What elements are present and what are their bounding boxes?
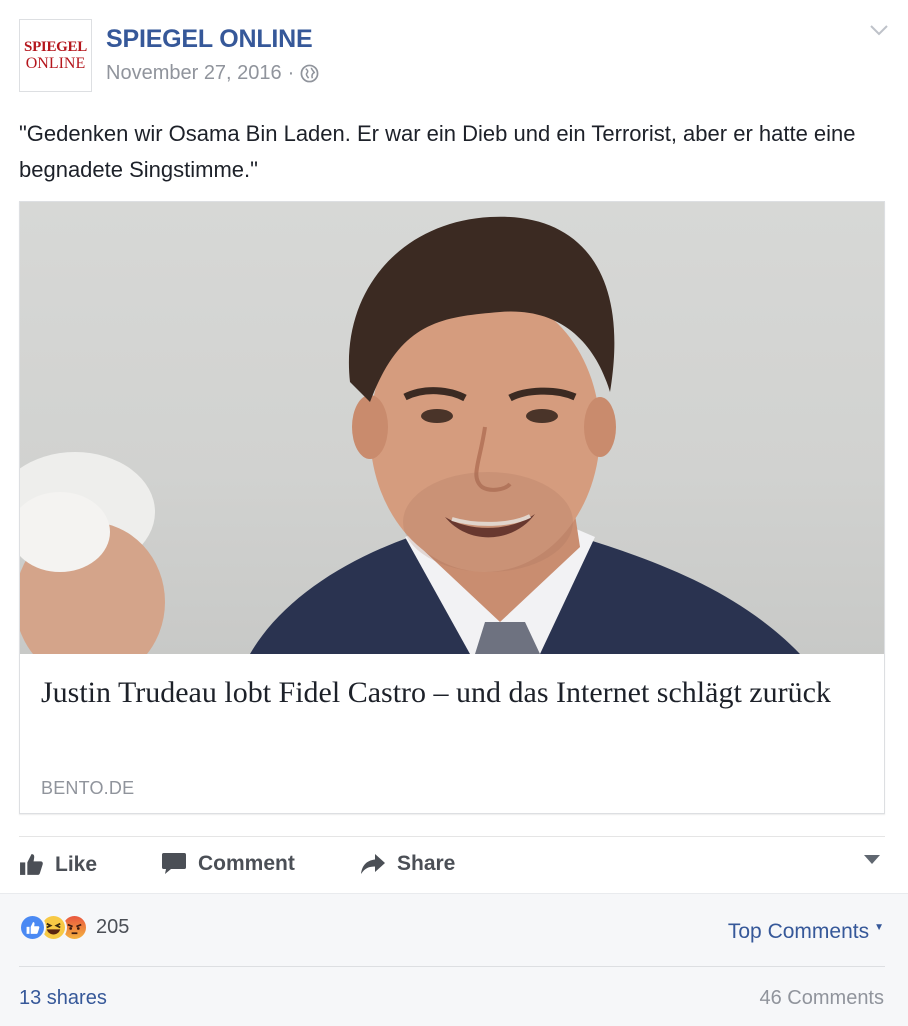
footer-divider [19, 966, 885, 967]
chevron-down-icon[interactable] [869, 23, 889, 37]
comment-bubble-icon [162, 853, 186, 874]
comment-button[interactable]: Comment [161, 852, 295, 876]
link-preview-image[interactable] [20, 202, 884, 654]
link-title[interactable]: Justin Trudeau lobt Fidel Castro – und d… [41, 672, 861, 713]
link-preview-card[interactable]: Justin Trudeau lobt Fidel Castro – und d… [19, 201, 885, 814]
post-meta: November 27, 2016 · [106, 62, 319, 85]
share-label: Share [397, 852, 456, 875]
top-comments-label: Top Comments [727, 920, 870, 943]
reaction-count: 205 [96, 916, 130, 938]
comment-label: Comment [198, 852, 295, 875]
like-reaction-icon [19, 914, 46, 941]
post-timestamp[interactable]: November 27, 2016 [106, 62, 282, 85]
reaction-summary[interactable]: 205 [19, 914, 129, 941]
post-footer: 205 Top Comments ▼ 13 shares 46 Comments [0, 893, 908, 1026]
link-domain: BENTO.DE [41, 778, 135, 798]
caret-down-icon: ▼ [874, 922, 884, 933]
top-comments-dropdown[interactable]: Top Comments ▼ [728, 920, 884, 944]
meta-separator: · [287, 62, 295, 84]
portrait-photo [20, 216, 800, 654]
post-actions-bar: Like Comment Share [19, 840, 889, 892]
share-arrow-icon [361, 854, 385, 874]
like-label: Like [55, 852, 98, 876]
post-text: "Gedenken wir Osama Bin Laden. Er war ei… [19, 121, 856, 182]
avatar-logo-text-bottom: ONLINE [25, 54, 86, 72]
like-button[interactable]: Like [19, 852, 97, 877]
share-options-caret-icon[interactable] [863, 854, 881, 866]
thumbs-up-icon [20, 854, 43, 875]
page-name-link[interactable]: SPIEGEL ONLINE [106, 25, 313, 54]
avatar-logo-text-top: SPIEGEL [24, 38, 87, 55]
globe-icon[interactable] [300, 64, 319, 83]
shares-count-link[interactable]: 13 shares [19, 987, 107, 1010]
actions-divider [19, 836, 885, 837]
post-header: SPIEGEL ONLINE SPIEGEL ONLINE November 2… [19, 19, 889, 93]
share-button[interactable]: Share [360, 852, 455, 876]
comments-count-link[interactable]: 46 Comments [760, 987, 885, 1010]
page-avatar[interactable]: SPIEGEL ONLINE [19, 19, 92, 92]
